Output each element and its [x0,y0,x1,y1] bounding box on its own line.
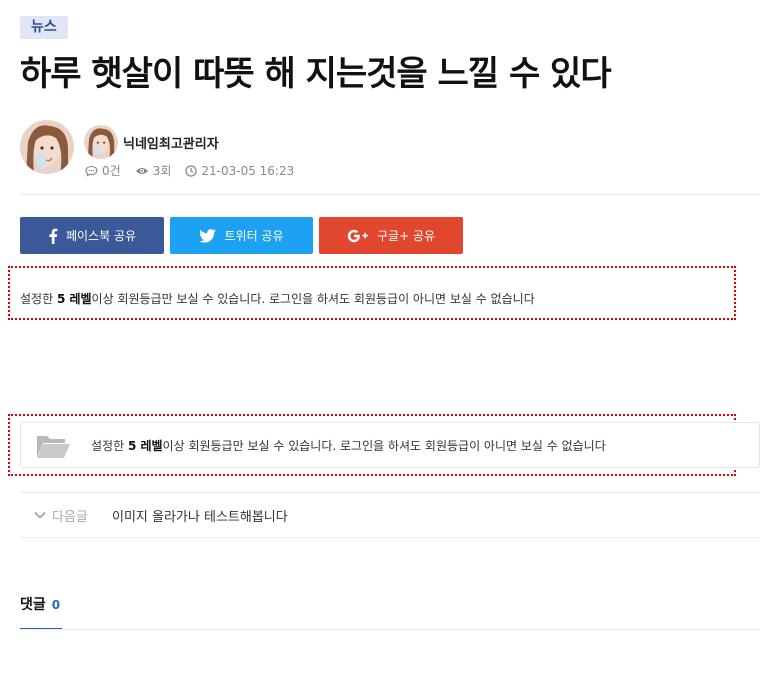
view-count: 3회 [135,162,172,179]
comments-label: 댓글 [20,597,46,613]
author-avatar[interactable] [84,125,118,159]
post-datetime-text: 21-03-05 16:23 [201,163,295,178]
twitter-icon [199,228,217,243]
share-google-label: 구글+ 공유 [376,229,436,243]
chevron-down-icon [34,511,46,519]
share-twitter-label: 트위터 공유 [224,229,284,243]
post-meta: 0건 3회 21-03-05 16:23 [85,162,308,179]
comment-count-text: 0건 [102,164,121,178]
required-level: 5 레벨 [56,292,92,306]
eye-icon [135,167,148,174]
access-notice-attachment: 설정한 5 레벨이상 회원등급만 보실 수 있습니다. 로그인을 하셔도 회원등… [8,414,760,476]
comments-tab[interactable]: 댓글 0 [20,594,60,614]
category-badge[interactable]: 뉴스 [20,16,68,39]
author-avatar-large [20,120,74,174]
access-notice-text: 설정한 5 레벨이상 회원등급만 보실 수 있습니다. 로그인을 하셔도 회원등… [20,292,535,306]
view-count-text: 3회 [152,164,172,178]
google-plus-icon [347,229,369,243]
next-post-link[interactable]: 다음글 이미지 올라가나 테스트해봅니다 [20,492,760,538]
attachment-notice-text: 설정한 5 레벨이상 회원등급만 보실 수 있습니다. 로그인을 하셔도 회원등… [91,439,606,453]
folder-open-icon [35,433,71,463]
post-datetime: 21-03-05 16:23 [185,164,294,178]
share-twitter-button[interactable]: 트위터 공유 [170,217,313,254]
next-post-title[interactable]: 이미지 올라가나 테스트해봅니다 [112,506,288,525]
comments-divider [20,629,760,630]
author-name[interactable]: 닉네임최고관리자 [123,133,219,152]
share-google-button[interactable]: 구글+ 공유 [319,217,463,254]
required-level: 5 레벨 [127,439,163,453]
next-post-label: 다음글 [34,506,112,525]
comments-count: 0 [51,598,61,612]
share-facebook-button[interactable]: 페이스북 공유 [20,217,164,254]
post-title: 하루 햇살이 따뜻 해 지는것을 느낄 수 있다 [20,54,612,94]
facebook-icon [48,228,58,244]
comment-icon [85,165,98,177]
attachment-box: 설정한 5 레벨이상 회원등급만 보실 수 있습니다. 로그인을 하셔도 회원등… [20,422,760,468]
access-notice-top: 설정한 5 레벨이상 회원등급만 보실 수 있습니다. 로그인을 하셔도 회원등… [8,266,736,320]
header-divider [20,194,760,195]
share-facebook-label: 페이스북 공유 [65,229,137,243]
clock-icon [185,164,198,177]
comment-count: 0건 [85,162,121,179]
